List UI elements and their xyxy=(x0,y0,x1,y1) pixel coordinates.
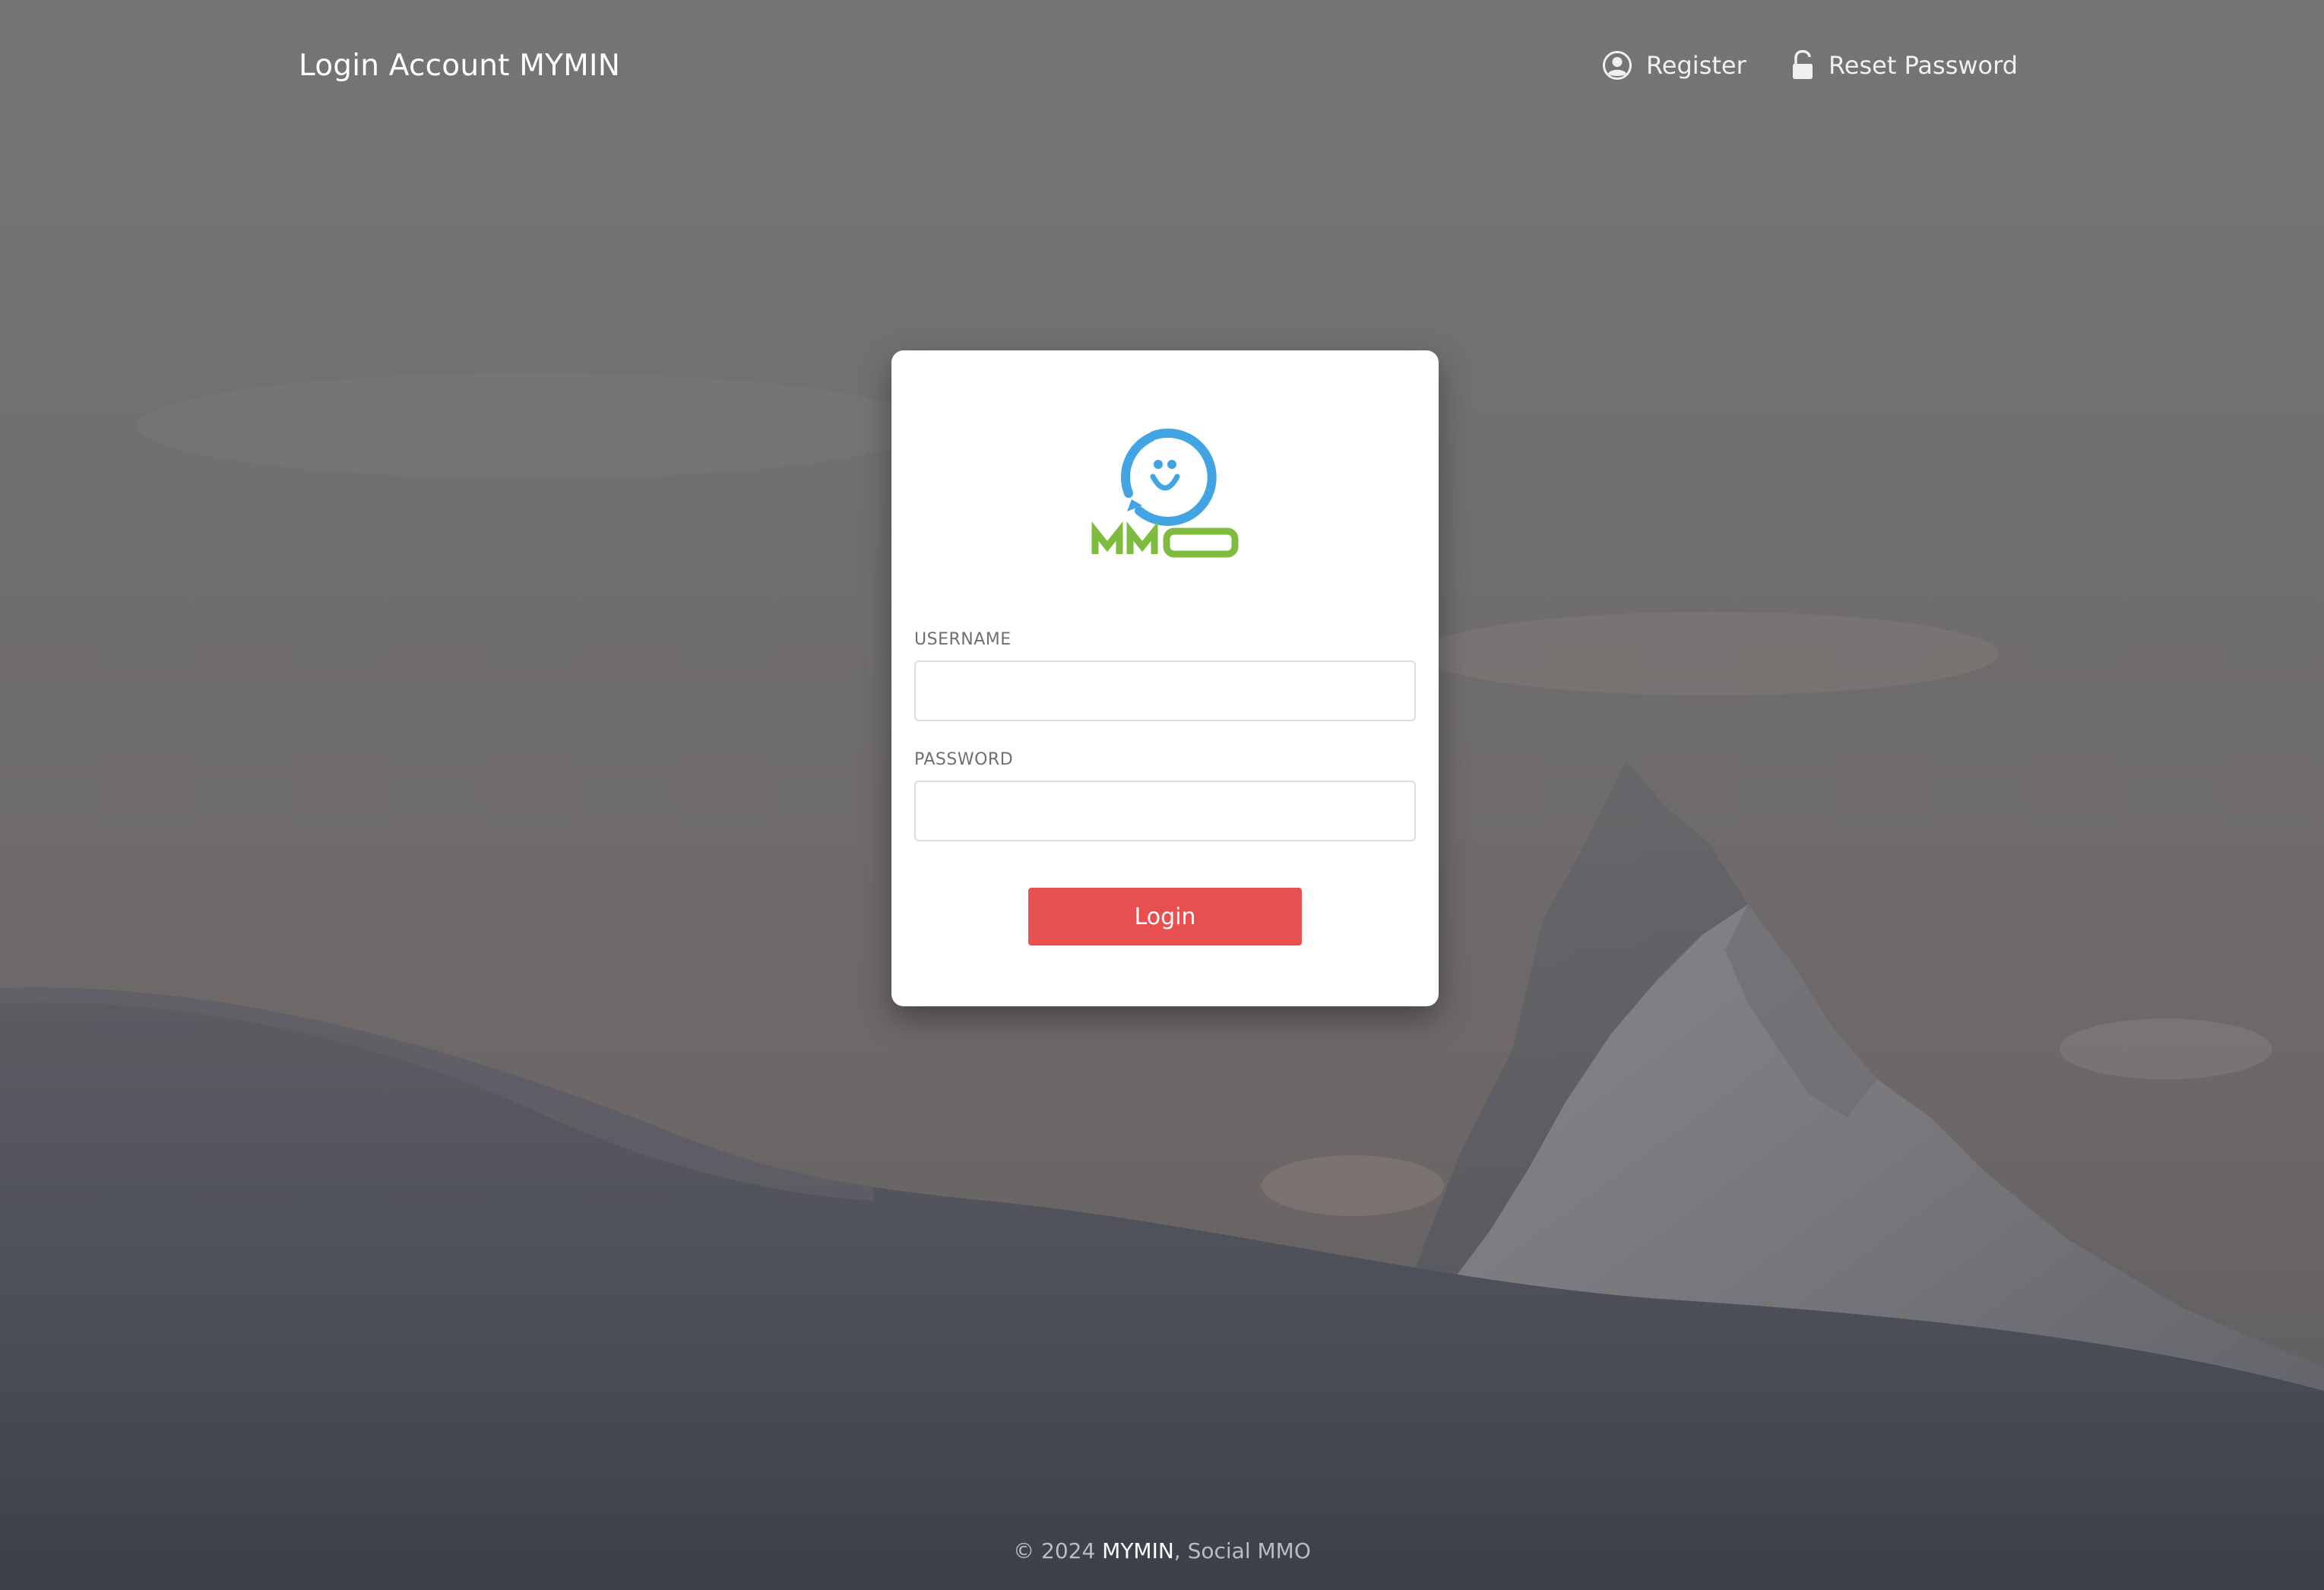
reset-password-label: Reset Password xyxy=(1828,51,2018,80)
password-label: PASSWORD xyxy=(914,750,1014,769)
footer-tagline: , Social MMO xyxy=(1173,1538,1311,1563)
unlock-icon xyxy=(1790,50,1815,81)
user-circle-icon xyxy=(1602,50,1632,81)
register-label: Register xyxy=(1646,51,1746,80)
footer-copyright: © 2024 xyxy=(1013,1538,1103,1563)
footer-brand: MYMIN xyxy=(1102,1538,1174,1563)
register-link[interactable]: Register xyxy=(1602,50,1746,81)
footer: © 2024 MYMIN, Social MMO xyxy=(0,1538,2324,1563)
login-card: USERNAME PASSWORD Login xyxy=(891,350,1439,1006)
reset-password-link[interactable]: Reset Password xyxy=(1790,50,2018,81)
login-button[interactable]: Login xyxy=(1028,888,1302,945)
page-title: Login Account MYMIN xyxy=(299,49,621,83)
username-label: USERNAME xyxy=(914,630,1012,649)
password-input[interactable] xyxy=(914,781,1416,841)
mmo-smiley-logo xyxy=(1089,426,1241,559)
top-navigation-bar: Login Account MYMIN Register Reset Passw… xyxy=(0,0,2324,137)
username-input[interactable] xyxy=(914,660,1416,721)
